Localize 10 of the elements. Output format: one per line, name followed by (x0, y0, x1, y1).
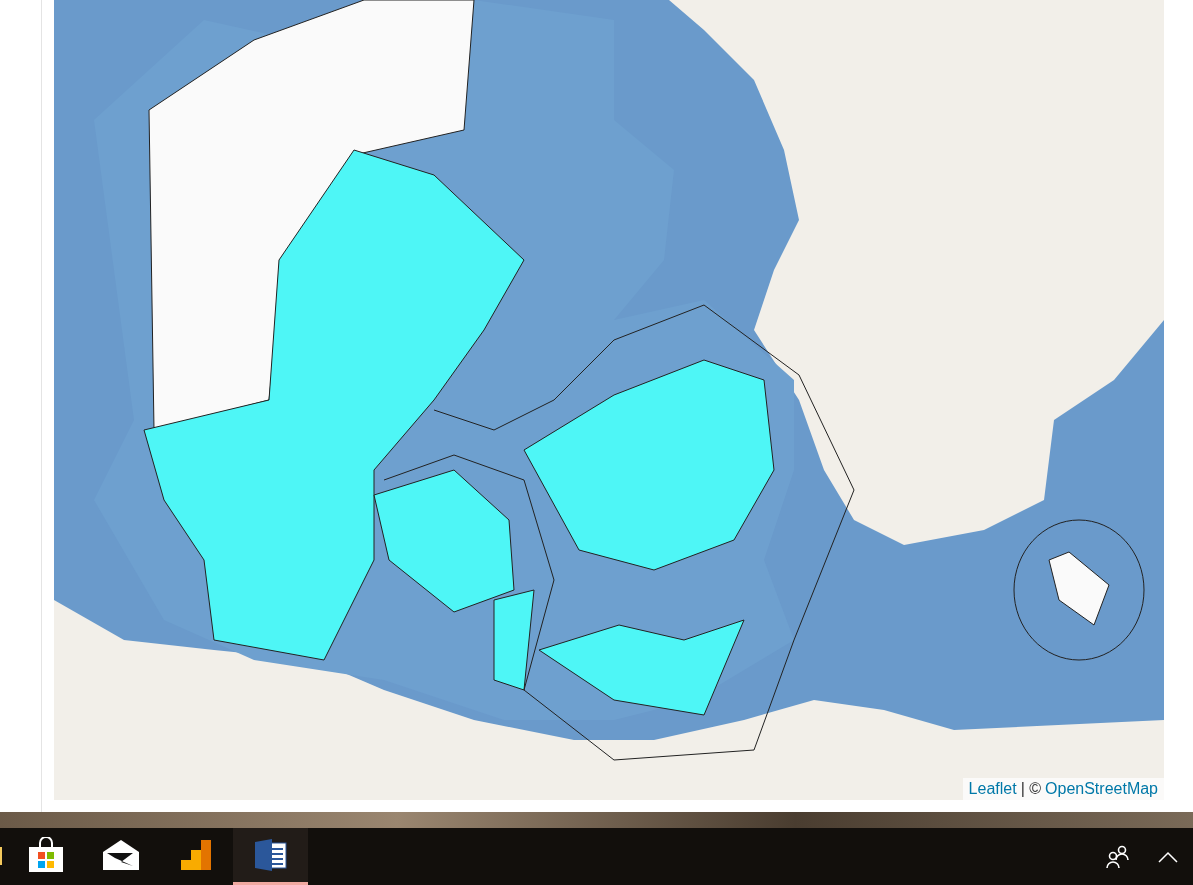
openstreetmap-link[interactable]: OpenStreetMap (1045, 780, 1158, 798)
leaflet-link[interactable]: Leaflet (968, 780, 1017, 798)
envelope-icon (102, 840, 139, 870)
attribution-text: | © (1020, 780, 1042, 798)
document-icon (254, 839, 287, 871)
bar-chart-icon (180, 840, 211, 870)
people-icon (1106, 844, 1130, 869)
shopping-bag-icon (27, 837, 64, 873)
taskbar-app-button[interactable] (233, 828, 308, 885)
chevron-up-icon (1158, 850, 1178, 863)
